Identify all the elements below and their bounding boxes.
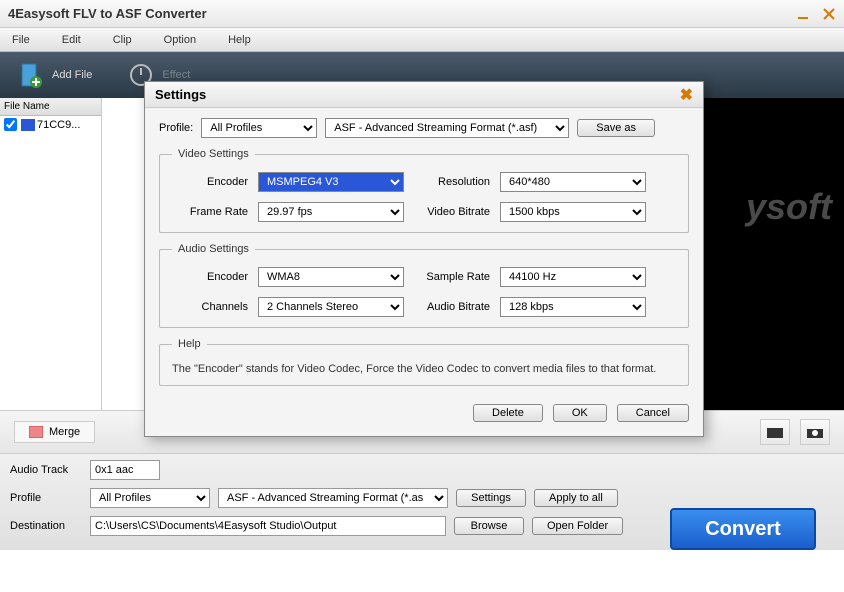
profile-group-select[interactable]: All Profiles [90,488,210,508]
snapshot-icon-button[interactable] [800,419,830,445]
profile-label: Profile [10,492,82,504]
dialog-profile-select[interactable]: ASF - Advanced Streaming Format (*.asf) [325,118,569,138]
camera-icon [807,426,823,438]
resolution-select[interactable]: 640*480 [500,172,646,192]
audio-track-field[interactable] [90,460,160,480]
menu-help[interactable]: Help [228,34,251,46]
audio-encoder-label: Encoder [172,271,248,283]
open-folder-button[interactable]: Open Folder [532,517,623,535]
video-settings-fieldset: Video Settings Encoder MSMPEG4 V3 Resolu… [159,148,689,233]
dialog-titlebar: Settings ✖ [145,82,703,108]
delete-button[interactable]: Delete [473,404,543,422]
folder-icon [767,426,783,438]
minimize-icon[interactable] [796,7,810,21]
menu-option[interactable]: Option [164,34,196,46]
window-title: 4Easysoft FLV to ASF Converter [8,6,207,21]
merge-icon [29,426,43,438]
sample-rate-label: Sample Rate [414,271,490,283]
resolution-label: Resolution [414,176,490,188]
video-bitrate-label: Video Bitrate [414,206,490,218]
convert-button[interactable]: Convert [670,508,816,550]
file-list-header: File Name [0,98,101,116]
file-name: 71CC9... [37,119,80,131]
help-text: The "Encoder" stands for Video Codec, Fo… [172,362,676,377]
channels-select[interactable]: 2 Channels Stereo [258,297,404,317]
video-settings-legend: Video Settings [172,148,255,160]
settings-dialog: Settings ✖ Profile: All Profiles ASF - A… [144,81,704,437]
video-bitrate-select[interactable]: 1500 kbps [500,202,646,222]
file-list-row[interactable]: 71CC9... [0,116,101,133]
close-icon[interactable] [822,7,836,21]
menu-clip[interactable]: Clip [113,34,132,46]
audio-encoder-select[interactable]: WMA8 [258,267,404,287]
channels-label: Channels [172,301,248,313]
audio-settings-fieldset: Audio Settings Encoder WMA8 Sample Rate … [159,243,689,328]
cancel-button[interactable]: Cancel [617,404,689,422]
frame-rate-select[interactable]: 29.97 fps [258,202,404,222]
effect-label: Effect [162,69,190,81]
dialog-profile-label: Profile: [159,122,193,134]
video-file-icon [21,119,35,131]
help-fieldset: Help The "Encoder" stands for Video Code… [159,338,689,386]
destination-field[interactable] [90,516,446,536]
merge-button[interactable]: Merge [14,421,95,443]
menu-edit[interactable]: Edit [62,34,81,46]
titlebar: 4Easysoft FLV to ASF Converter [0,0,844,28]
menu-file[interactable]: File [12,34,30,46]
brand-watermark: ysoft [746,186,832,228]
apply-all-button[interactable]: Apply to all [534,489,618,507]
file-checkbox[interactable] [4,118,17,131]
browse-button[interactable]: Browse [454,517,524,535]
frame-rate-label: Frame Rate [172,206,248,218]
dialog-profile-group-select[interactable]: All Profiles [201,118,317,138]
merge-label: Merge [49,426,80,438]
audio-bitrate-label: Audio Bitrate [414,301,490,313]
add-file-icon [18,62,44,88]
view-icon-button[interactable] [760,419,790,445]
profile-select[interactable]: ASF - Advanced Streaming Format (*.as [218,488,448,508]
add-file-button[interactable]: Add File [18,62,92,88]
dialog-close-icon[interactable]: ✖ [680,85,693,105]
audio-settings-legend: Audio Settings [172,243,255,255]
audio-track-label: Audio Track [10,464,82,476]
save-as-button[interactable]: Save as [577,119,655,137]
settings-button[interactable]: Settings [456,489,526,507]
sample-rate-select[interactable]: 44100 Hz [500,267,646,287]
help-legend: Help [172,338,207,350]
video-encoder-label: Encoder [172,176,248,188]
menubar: File Edit Clip Option Help [0,28,844,52]
audio-bitrate-select[interactable]: 128 kbps [500,297,646,317]
video-encoder-select[interactable]: MSMPEG4 V3 [258,172,404,192]
add-file-label: Add File [52,69,92,81]
destination-label: Destination [10,520,82,532]
ok-button[interactable]: OK [553,404,607,422]
file-list: File Name 71CC9... [0,98,102,410]
dialog-title: Settings [155,87,206,102]
